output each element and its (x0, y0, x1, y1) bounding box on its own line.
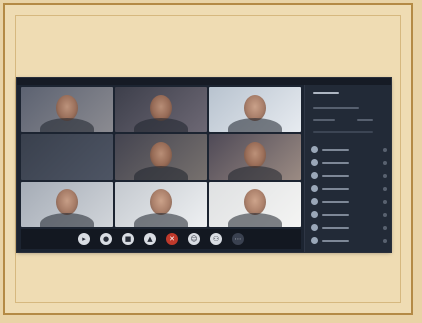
participant-list-item[interactable] (311, 234, 387, 247)
participant-shoulders (228, 165, 282, 180)
participant-shoulders (134, 118, 188, 133)
avatar (311, 198, 318, 205)
participant-face (244, 141, 266, 168)
microphone-icon (383, 212, 387, 217)
participant-shoulders (228, 118, 282, 133)
participant-face (150, 94, 172, 121)
participant-shoulders (134, 165, 188, 180)
participant-tile[interactable] (21, 87, 113, 133)
avatar (311, 224, 318, 231)
more-icon: ⋯ (234, 234, 242, 243)
participant-face (56, 189, 78, 216)
panel-filter-value (357, 119, 373, 121)
reactions-button[interactable]: ☺ (188, 233, 200, 245)
participant-face (244, 189, 266, 216)
panel-title-text (313, 92, 339, 94)
participant-list (311, 143, 387, 247)
microphone-button[interactable]: ● (100, 233, 112, 245)
participant-list-item[interactable] (311, 143, 387, 156)
participant-shoulders (134, 212, 188, 227)
participant-list-item[interactable] (311, 169, 387, 182)
participant-face (56, 94, 78, 121)
reactions-icon: ☺ (190, 234, 198, 243)
avatar (311, 146, 318, 153)
end-call-icon: ✕ (169, 234, 175, 243)
participant-list-item[interactable] (311, 221, 387, 234)
microphone-icon (383, 199, 387, 204)
participant-list-item[interactable] (311, 195, 387, 208)
participants-icon: ⚇ (212, 234, 220, 243)
participant-name (322, 161, 349, 164)
participant-tile[interactable] (21, 181, 113, 227)
chat-icon: ▸ (82, 234, 86, 243)
participant-tile[interactable] (115, 181, 207, 227)
avatar (311, 237, 318, 244)
share-screen-button[interactable]: ▲ (144, 233, 156, 245)
share-screen-icon: ▲ (147, 234, 153, 243)
participant-name (322, 187, 349, 190)
participant-face (244, 94, 266, 121)
microphone-icon (383, 225, 387, 230)
call-controls-toolbar: ▸ ● ■ ▲ ✕ ☺ ⚇ ⋯ (21, 229, 301, 249)
participant-shoulders (228, 212, 282, 227)
microphone-icon: ● (102, 234, 110, 243)
participant-list-item[interactable] (311, 156, 387, 169)
participant-face (150, 141, 172, 168)
avatar (311, 159, 318, 166)
video-icon: ■ (124, 234, 132, 243)
window-title-bar (17, 78, 391, 85)
microphone-icon (383, 186, 387, 191)
end-call-button[interactable]: ✕ (166, 233, 178, 245)
participant-name (322, 200, 349, 203)
participant-list-item[interactable] (311, 182, 387, 195)
participant-tile[interactable] (115, 134, 207, 180)
participant-name (322, 239, 349, 242)
participant-shoulders (40, 118, 94, 133)
participant-face (150, 189, 172, 216)
microphone-icon (383, 173, 387, 178)
participant-name (322, 213, 349, 216)
participant-tile[interactable] (209, 181, 301, 227)
video-call-window: ▸ ● ■ ▲ ✕ ☺ ⚇ ⋯ (17, 78, 391, 252)
participants-panel (304, 85, 391, 252)
avatar (311, 211, 318, 218)
participant-tile[interactable] (21, 134, 113, 180)
chat-button[interactable]: ▸ (78, 233, 90, 245)
panel-divider (313, 131, 373, 133)
participant-name (322, 148, 349, 151)
participant-list-item[interactable] (311, 208, 387, 221)
panel-subtitle-text (313, 107, 359, 109)
participant-name (322, 226, 349, 229)
video-button[interactable]: ■ (122, 233, 134, 245)
panel-filter-text (313, 119, 335, 121)
participant-name (322, 174, 349, 177)
participant-tile[interactable] (209, 134, 301, 180)
microphone-icon (383, 238, 387, 243)
participants-button[interactable]: ⚇ (210, 233, 222, 245)
microphone-icon (383, 147, 387, 152)
microphone-icon (383, 160, 387, 165)
more-button[interactable]: ⋯ (232, 233, 244, 245)
participant-shoulders (40, 212, 94, 227)
participant-tile[interactable] (115, 87, 207, 133)
participant-video-grid (21, 87, 301, 227)
avatar (311, 185, 318, 192)
participant-tile[interactable] (209, 87, 301, 133)
avatar (311, 172, 318, 179)
